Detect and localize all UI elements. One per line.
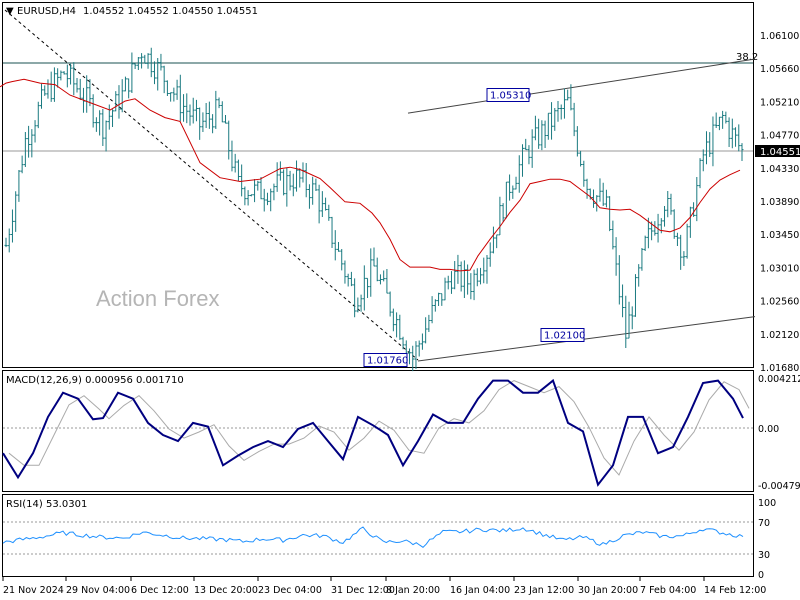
price-axis-label: 1.04770 bbox=[760, 131, 799, 142]
svg-text:1.01760: 1.01760 bbox=[367, 356, 408, 367]
macd-axis-top: 0.004212 bbox=[758, 374, 800, 385]
price-axis-label: 1.03890 bbox=[760, 197, 799, 208]
chart-ohlc: 1.04552 1.04552 1.04550 1.04551 bbox=[83, 6, 258, 17]
watermark: Action Forex bbox=[96, 286, 220, 311]
price-axis-label: 1.02120 bbox=[760, 330, 799, 341]
price-axis-label: 1.04330 bbox=[760, 164, 799, 175]
price-axis-label: 1.01680 bbox=[760, 363, 799, 374]
time-axis-label: 30 Jan 20:00 bbox=[578, 585, 638, 596]
time-axis-label: 8 Jan 20:00 bbox=[386, 585, 440, 596]
time-axis-label: 23 Jan 12:00 bbox=[514, 585, 574, 596]
current-price-tag: 1.04551 bbox=[755, 145, 800, 158]
price-axis-label: 1.02560 bbox=[760, 297, 799, 308]
macd-title: MACD(12,26,9) 0.000956 0.001710 bbox=[6, 375, 184, 386]
time-axis-label: 13 Dec 20:00 bbox=[194, 585, 258, 596]
price-axis-label: 1.05660 bbox=[760, 64, 799, 75]
rsi-axis-70: 70 bbox=[758, 518, 770, 529]
price-panel bbox=[2, 2, 754, 368]
time-axis-label: 29 Nov 04:00 bbox=[66, 585, 130, 596]
time-axis-label: 6 Dec 12:00 bbox=[131, 585, 189, 596]
symbol-arrow-icon[interactable]: ▼ bbox=[6, 6, 14, 17]
macd-panel bbox=[2, 370, 754, 492]
price-axis-label: 1.05210 bbox=[760, 97, 799, 108]
chart-canvas: 38.2 Action Forex ▼ EURUSD,H4 1.04552 1.… bbox=[0, 0, 800, 600]
time-axis-label: 16 Jan 04:00 bbox=[450, 585, 510, 596]
time-axis-label: 23 Dec 04:00 bbox=[258, 585, 322, 596]
price-axis-label: 1.03010 bbox=[760, 263, 799, 274]
svg-text:1.02100: 1.02100 bbox=[544, 331, 585, 342]
macd-axis-bottom: -0.004794 bbox=[758, 481, 800, 492]
time-axis-label: 21 Nov 2024 bbox=[3, 585, 64, 596]
macd-axis-zero: 0.00 bbox=[758, 424, 779, 435]
rsi-panel bbox=[2, 494, 754, 577]
price-axis-label: 1.06100 bbox=[760, 31, 799, 42]
rsi-title: RSI(14) 53.0301 bbox=[6, 499, 87, 510]
chart-symbol: EURUSD,H4 bbox=[17, 6, 76, 17]
svg-text:1.05310: 1.05310 bbox=[490, 91, 531, 102]
high-marker: 1.05310 bbox=[486, 88, 531, 102]
time-axis-label: 14 Feb 12:00 bbox=[704, 585, 766, 596]
rsi-axis-30: 30 bbox=[758, 550, 770, 561]
svg-text:1.04551: 1.04551 bbox=[760, 147, 800, 158]
low-marker-jan: 1.01760 bbox=[363, 353, 408, 367]
rsi-axis-0: 0 bbox=[758, 570, 764, 581]
time-axis-label: 7 Feb 04:00 bbox=[640, 585, 696, 596]
price-axis-label: 1.03450 bbox=[760, 230, 799, 241]
rsi-axis-100: 100 bbox=[758, 498, 776, 509]
low-marker-feb: 1.02100 bbox=[540, 328, 585, 342]
